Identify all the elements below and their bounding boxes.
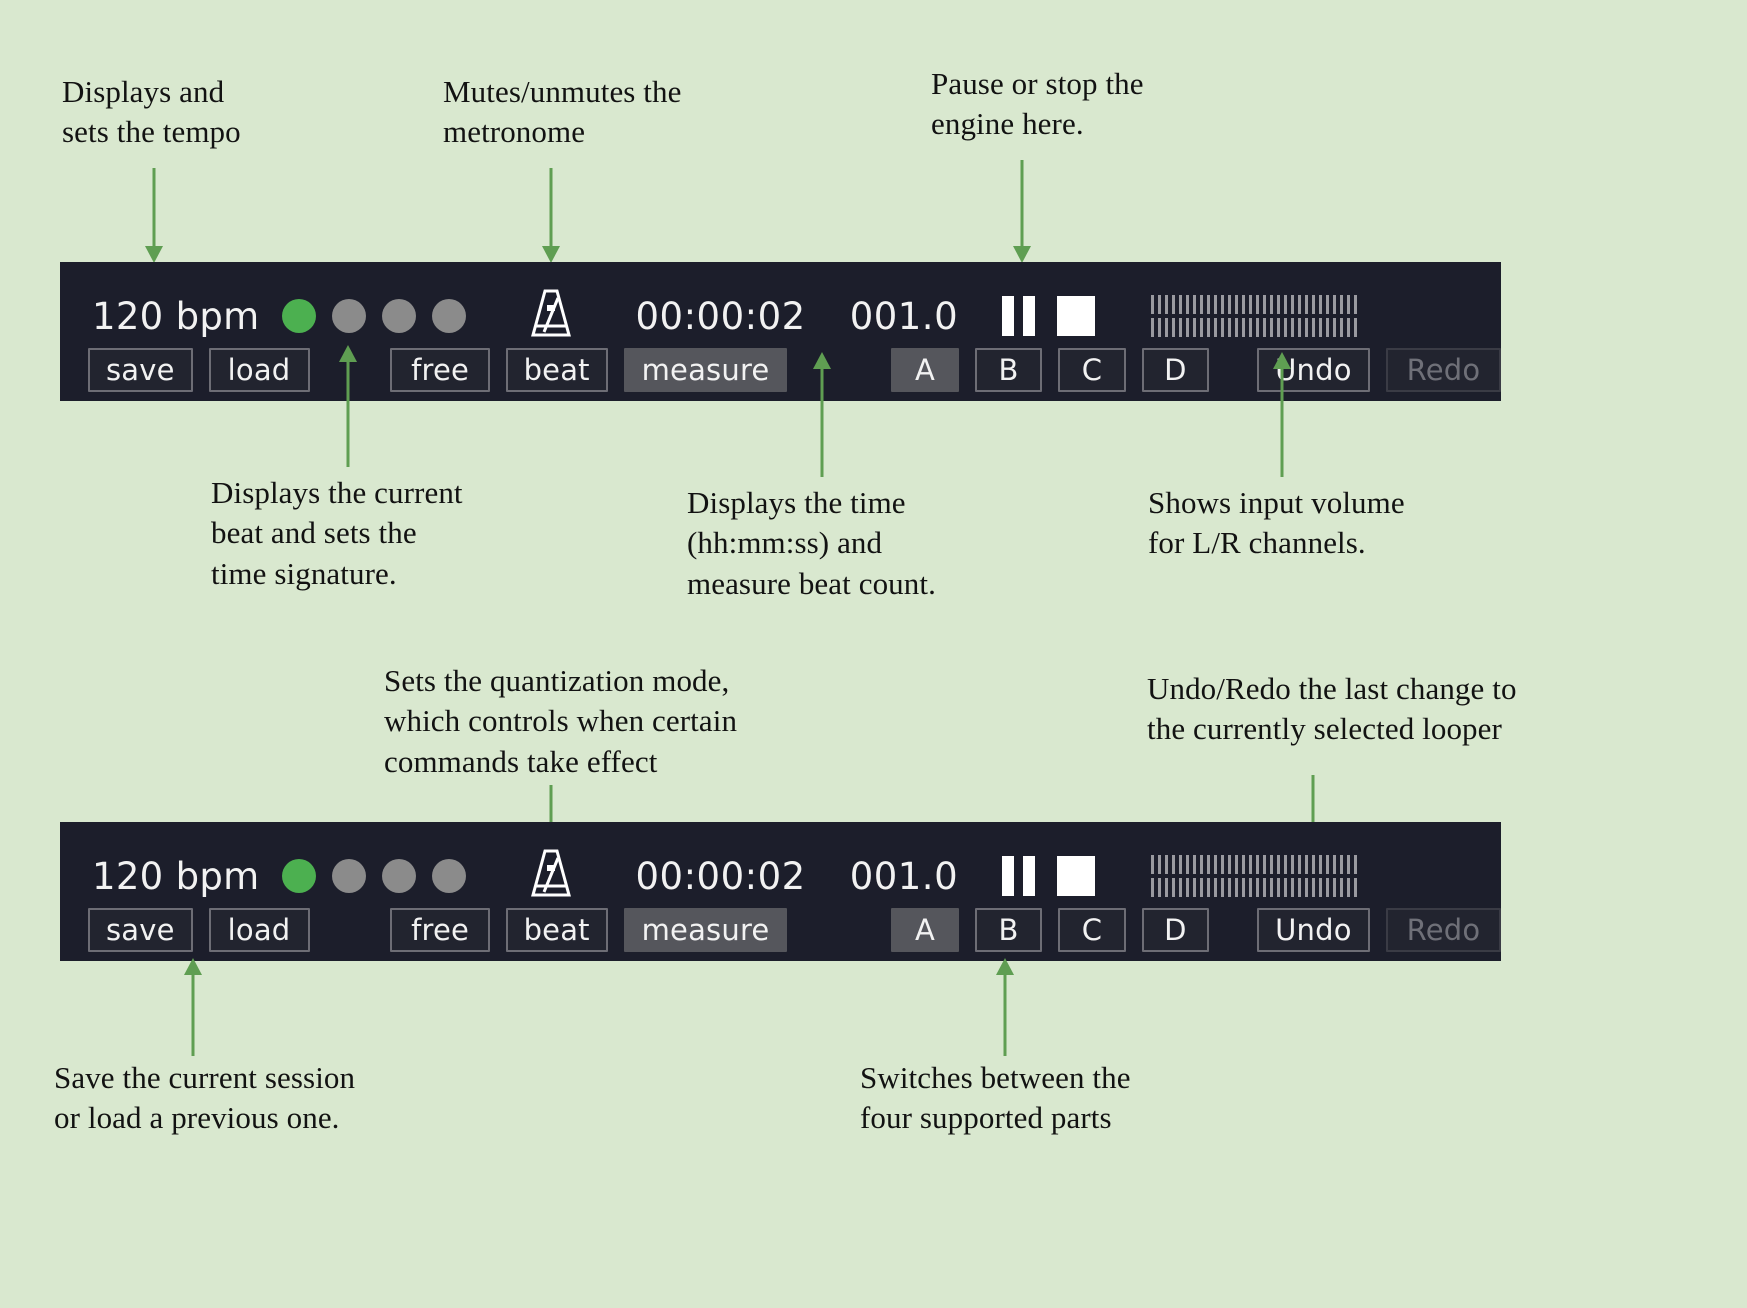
load-button[interactable]: load [208,348,310,392]
beat-led-3[interactable] [381,299,416,333]
toolbar-button-row: save load free beat measure A B C D Undo Redo [60,908,1502,952]
quantize-beat-button[interactable]: beat [505,348,608,392]
annotation-transport: Pause or stop the engine here. [931,66,1144,142]
time-display: 00:00:02 [635,854,806,898]
save-button[interactable]: save [88,908,193,952]
arrow-metronome [541,168,561,263]
annotation-meter: Shows input volume for L/R channels. [1148,485,1405,561]
beat-indicator[interactable] [281,299,466,333]
time-display: 00:00:02 [635,294,806,338]
annotation-metronome: Mutes/unmutes the metronome [443,74,682,150]
transport-controls[interactable] [1002,296,1096,336]
arrow-meter [1272,352,1292,477]
arrow-beat [338,345,358,467]
transport-toolbar-bottom[interactable]: 120 bpm 00:00:02 001.0 save load free beat meas… [60,822,1502,961]
part-b-button[interactable]: B [974,908,1043,952]
beat-indicator[interactable] [281,859,466,893]
part-b-button[interactable]: B [974,348,1043,392]
part-d-button[interactable]: D [1141,908,1210,952]
redo-button[interactable]: Redo [1385,348,1502,392]
quantize-free-button[interactable]: free [390,348,490,392]
stop-icon[interactable] [1057,856,1096,896]
metronome-icon[interactable] [528,848,574,905]
arrow-parts [995,958,1015,1056]
arrow-tempo [144,168,164,263]
pause-icon[interactable] [1002,296,1036,336]
meter-row-right [1151,318,1358,337]
toolbar-display-row: 120 bpm 00:00:02 001.0 [60,848,1501,905]
undo-button[interactable]: Undo [1256,908,1371,952]
save-button[interactable]: save [88,348,193,392]
redo-button[interactable]: Redo [1385,908,1502,952]
load-button[interactable]: load [208,908,310,952]
quantize-measure-button[interactable]: measure [623,908,788,952]
input-level-meter [1151,855,1358,897]
arrow-saveload [183,958,203,1056]
arrow-transport [1012,160,1032,263]
beat-led-1[interactable] [281,859,316,893]
part-a-button[interactable]: A [891,908,959,952]
part-d-button[interactable]: D [1141,348,1210,392]
meter-row-right [1151,878,1358,897]
annotation-saveload: Save the current session or load a previ… [54,1060,356,1136]
metronome-icon[interactable] [528,288,574,345]
annotation-beat: Displays the current beat and sets the t… [211,475,463,591]
measure-beat-display: 001.0 [849,854,959,898]
quantize-beat-button[interactable]: beat [505,908,608,952]
quantize-measure-button[interactable]: measure [623,348,788,392]
pause-icon[interactable] [1002,856,1036,896]
transport-controls[interactable] [1002,856,1096,896]
meter-row-left [1151,295,1358,314]
bpm-display[interactable]: 120 bpm [92,295,260,338]
part-c-button[interactable]: C [1058,348,1126,392]
beat-led-1[interactable] [281,299,316,333]
beat-led-3[interactable] [381,859,416,893]
beat-led-4[interactable] [431,299,466,333]
arrow-time [812,352,832,477]
annotation-parts: Switches between the four supported part… [860,1060,1131,1136]
meter-row-left [1151,855,1358,874]
input-level-meter [1151,295,1358,337]
page-root: Displays and sets the tempo Mutes/unmute… [0,0,1747,1308]
annotation-quantize: Sets the quantization mode, which contro… [384,663,738,779]
part-a-button[interactable]: A [891,348,959,392]
part-c-button[interactable]: C [1058,908,1126,952]
beat-led-4[interactable] [431,859,466,893]
quantize-free-button[interactable]: free [390,908,490,952]
annotation-tempo: Displays and sets the tempo [62,74,241,150]
beat-led-2[interactable] [331,859,366,893]
annotation-time: Displays the time (hh:mm:ss) and measure… [687,485,936,601]
stop-icon[interactable] [1057,296,1096,336]
measure-beat-display: 001.0 [849,294,959,338]
toolbar-display-row: 120 bpm 00:00:02 001.0 [60,288,1501,345]
annotation-undoredo: Undo/Redo the last change to the current… [1147,671,1517,747]
bpm-display[interactable]: 120 bpm [92,855,260,898]
beat-led-2[interactable] [331,299,366,333]
